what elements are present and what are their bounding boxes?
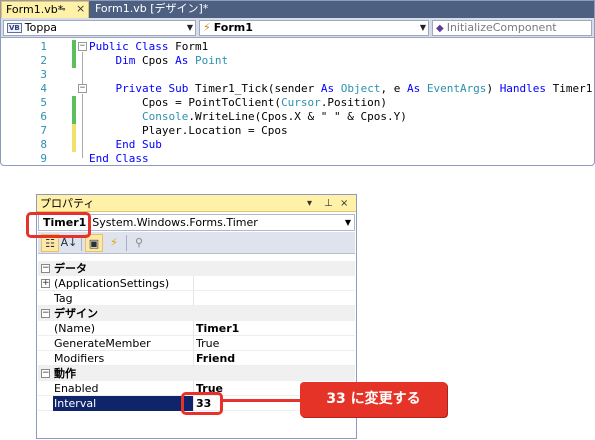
property-name: GenerateMember xyxy=(54,337,151,350)
collapse-icon[interactable]: − xyxy=(41,369,50,378)
method-dropdown[interactable]: ◆ InitializeComponent xyxy=(432,20,592,36)
object-name-highlight xyxy=(26,212,91,238)
callout-connector xyxy=(220,399,300,402)
tab-form1-design[interactable]: Form1.vb [デザイン]* xyxy=(91,1,208,18)
tab-label: Form1.vb* xyxy=(6,3,64,16)
toolbar-separator xyxy=(126,235,127,251)
property-name: Interval xyxy=(53,396,193,411)
property-name: Modifiers xyxy=(54,352,105,365)
window-title: プロパティ xyxy=(40,197,95,210)
line-number: 3 xyxy=(40,68,47,81)
property-row[interactable]: (Name) Timer1 xyxy=(38,321,355,336)
code-line[interactable]: Player.Location = Cpos xyxy=(89,124,288,138)
pin-icon[interactable]: ⊥ xyxy=(324,195,333,212)
dropdown-icon[interactable]: ▾ xyxy=(307,195,312,212)
property-row[interactable]: Modifiers Friend xyxy=(38,351,355,366)
line-number: 1 xyxy=(40,40,47,53)
property-name: Tag xyxy=(54,292,73,305)
property-category[interactable]: − デザイン xyxy=(38,306,355,321)
line-number: 5 xyxy=(40,96,47,109)
change-marker xyxy=(72,40,76,54)
close-icon[interactable]: × xyxy=(340,195,348,212)
change-marker xyxy=(72,138,76,152)
change-marker xyxy=(72,96,76,110)
collapse-icon[interactable]: − xyxy=(41,309,50,318)
property-name: Enabled xyxy=(54,382,99,395)
object-dropdown[interactable]: ⚡ Form1 ▼ xyxy=(199,20,429,36)
tab-label: Form1.vb [デザイン]* xyxy=(95,2,209,15)
expand-icon[interactable]: + xyxy=(41,279,50,288)
column-divider xyxy=(193,336,194,351)
fold-guide xyxy=(82,52,83,84)
event-icon: ⚡ xyxy=(203,21,211,34)
fold-guide xyxy=(82,94,83,158)
code-line[interactable]: Public Class Form1 xyxy=(89,40,208,54)
interval-value-highlight xyxy=(181,392,223,415)
object-type: System.Windows.Forms.Timer xyxy=(92,216,258,229)
line-number: 9 xyxy=(40,152,47,165)
method-icon: ◆ xyxy=(436,23,444,34)
document-tab-bar: Form1.vb* ⊸ × Form1.vb [デザイン]* xyxy=(1,1,594,18)
property-category[interactable]: − データ xyxy=(38,261,355,276)
class-name: Toppa xyxy=(24,21,58,34)
column-divider xyxy=(193,351,194,366)
property-value[interactable]: Timer1 xyxy=(196,321,239,336)
column-divider xyxy=(193,291,194,306)
code-editor[interactable]: Form1.vb* ⊸ × Form1.vb [デザイン]* VB Toppa ▼… xyxy=(0,0,595,166)
close-icon[interactable]: × xyxy=(76,1,85,17)
pin-icon[interactable]: ⊸ xyxy=(58,2,66,18)
property-category[interactable]: − 動作 xyxy=(38,366,355,381)
property-value[interactable]: Friend xyxy=(196,351,235,366)
code-line[interactable]: Cpos = PointToClient(Cursor.Position) xyxy=(89,96,387,110)
change-marker xyxy=(72,54,76,68)
property-pages-icon[interactable]: ⚲ xyxy=(130,234,148,252)
line-number: 2 xyxy=(40,54,47,67)
code-line[interactable]: Console.WriteLine(Cpos.X & " " & Cpos.Y) xyxy=(89,110,407,124)
method-name: InitializeComponent xyxy=(446,21,557,34)
object-name: Form1 xyxy=(213,21,253,34)
line-number: 6 xyxy=(40,110,47,123)
change-marker xyxy=(72,110,76,124)
collapse-icon[interactable]: − xyxy=(78,84,87,93)
vb-project-icon: VB xyxy=(7,23,22,33)
property-name: 動作 xyxy=(54,367,76,380)
chevron-down-icon[interactable]: ▼ xyxy=(345,215,351,230)
collapse-icon[interactable]: − xyxy=(78,42,87,51)
properties-title-bar: プロパティ ▾ ⊥ × xyxy=(37,195,356,212)
tab-form1-vb[interactable]: Form1.vb* ⊸ × xyxy=(1,1,89,18)
collapse-icon[interactable]: − xyxy=(41,264,50,273)
chevron-down-icon[interactable]: ▼ xyxy=(187,21,193,35)
change-marker xyxy=(72,124,76,138)
line-number: 8 xyxy=(40,138,47,151)
events-icon[interactable]: ⚡ xyxy=(105,234,123,252)
code-area[interactable]: 1 Public Class Form1 2 Dim Cpos As Point 3 4… xyxy=(1,39,594,165)
property-row[interactable]: + (ApplicationSettings) xyxy=(38,276,355,291)
code-line[interactable]: End Class xyxy=(89,152,149,165)
property-row[interactable]: Tag xyxy=(38,291,355,306)
property-name: データ xyxy=(54,262,87,275)
property-row[interactable]: GenerateMember True xyxy=(38,336,355,351)
column-divider xyxy=(193,321,194,336)
chevron-down-icon[interactable]: ▼ xyxy=(420,21,426,35)
code-line[interactable]: Dim Cpos As Point xyxy=(89,54,229,68)
navigation-bar: VB Toppa ▼ ⚡ Form1 ▼ ◆ InitializeComponent xyxy=(1,18,594,38)
line-number: 4 xyxy=(40,82,47,95)
line-number: 7 xyxy=(40,124,47,137)
property-name: デザイン xyxy=(54,307,98,320)
callout-label: 33 に変更する xyxy=(300,382,447,417)
property-name: (Name) xyxy=(54,322,96,335)
property-name: (ApplicationSettings) xyxy=(54,277,170,290)
code-line[interactable]: Private Sub Timer1_Tick(sender As Object… xyxy=(89,82,595,96)
column-divider xyxy=(193,276,194,291)
class-dropdown[interactable]: VB Toppa ▼ xyxy=(3,20,196,36)
code-line[interactable]: End Sub xyxy=(89,138,162,152)
property-value[interactable]: True xyxy=(196,336,219,351)
